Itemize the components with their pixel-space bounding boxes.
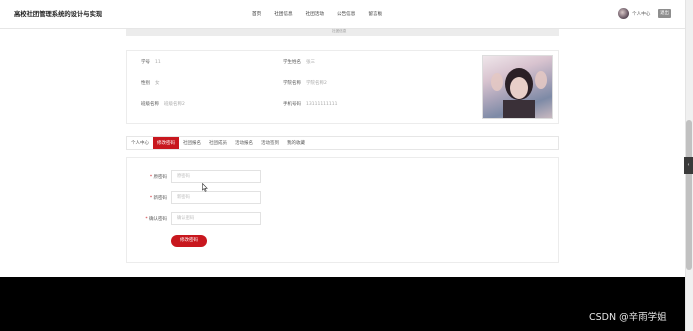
gender-row: 性别女 bbox=[141, 80, 160, 86]
banner-text: 社团信息 bbox=[332, 29, 347, 33]
gender-value: 女 bbox=[155, 81, 160, 86]
confirm-password-label: * 确认密码 bbox=[145, 217, 167, 222]
profile-photo bbox=[482, 55, 553, 119]
nav-club-activities[interactable]: 社团活动 bbox=[306, 11, 324, 17]
student-name-value: 张三 bbox=[306, 60, 315, 65]
phone-label: 手机号码 bbox=[283, 102, 301, 107]
phone-row: 手机号码 13111111111 bbox=[283, 101, 338, 107]
old-password-input[interactable] bbox=[171, 170, 261, 183]
page-footer bbox=[0, 277, 685, 331]
tab-club-registration[interactable]: 社团报名 bbox=[179, 137, 205, 149]
tab-personal-center[interactable]: 个人中心 bbox=[127, 137, 153, 149]
tab-change-password[interactable]: 修改密码 bbox=[153, 137, 179, 149]
student-name-label: 学生姓名 bbox=[283, 60, 301, 65]
logout-button[interactable]: 退出 bbox=[658, 9, 671, 18]
club-row: 班级名称 班级名称2 bbox=[141, 101, 185, 107]
old-password-label: * 原密码 bbox=[149, 175, 167, 180]
scrollbar-thumb[interactable] bbox=[686, 120, 692, 270]
confirm-password-input[interactable] bbox=[171, 212, 261, 225]
nav-announcements[interactable]: 公告信息 bbox=[337, 11, 355, 17]
main-nav: 首页 社团信息 社团活动 公告信息 留言板 bbox=[252, 11, 395, 17]
browser-viewport: 高校社团管理系统的设计与实现 首页 社团信息 社团活动 公告信息 留言板 个人中… bbox=[0, 0, 685, 331]
gender-label: 性别 bbox=[141, 81, 150, 86]
student-id-label: 学号 bbox=[141, 60, 150, 65]
tab-club-members[interactable]: 社团成员 bbox=[205, 137, 231, 149]
college-value: 学院名称2 bbox=[306, 81, 327, 86]
change-password-form: * 原密码 * 新密码 * 确认密码 修改密码 bbox=[126, 157, 559, 263]
club-value: 班级名称2 bbox=[164, 102, 185, 107]
tab-activity-checkin[interactable]: 活动签到 bbox=[257, 137, 283, 149]
user-avatar[interactable] bbox=[618, 8, 629, 19]
new-password-input[interactable] bbox=[171, 191, 261, 204]
nav-club-info[interactable]: 社团信息 bbox=[274, 11, 292, 17]
college-row: 学院名称 学院名称2 bbox=[283, 80, 327, 86]
student-info-card: 学号 11 学生姓名 张三 性别女 学院名称 学院名称2 班级名称 班级名称2 手机号码… bbox=[126, 50, 559, 124]
chevron-left-icon[interactable]: ‹ bbox=[684, 157, 693, 174]
tab-my-favorites[interactable]: 我的收藏 bbox=[283, 137, 309, 149]
nav-message-board[interactable]: 留言板 bbox=[368, 11, 382, 17]
student-id-value: 11 bbox=[155, 60, 161, 65]
nav-home[interactable]: 首页 bbox=[252, 11, 261, 17]
club-label: 班级名称 bbox=[141, 102, 159, 107]
student-id-row: 学号 11 bbox=[141, 59, 161, 65]
tab-activity-registration[interactable]: 活动报名 bbox=[231, 137, 257, 149]
new-password-label: * 新密码 bbox=[149, 196, 167, 201]
phone-value: 13111111111 bbox=[306, 102, 338, 107]
profile-photo-image bbox=[491, 68, 547, 118]
banner-strip: 社团信息 bbox=[126, 29, 559, 36]
student-name-row: 学生姓名 张三 bbox=[283, 59, 315, 65]
profile-tab-bar: 个人中心 修改密码 社团报名 社团成员 活动报名 活动签到 我的收藏 bbox=[126, 136, 559, 150]
csdn-watermark: CSDN @辛雨学姐 bbox=[589, 312, 667, 323]
college-label: 学院名称 bbox=[283, 81, 301, 86]
site-header: 高校社团管理系统的设计与实现 首页 社团信息 社团活动 公告信息 留言板 个人中… bbox=[0, 0, 685, 29]
profile-link[interactable]: 个人中心 bbox=[632, 11, 650, 17]
change-password-button[interactable]: 修改密码 bbox=[171, 235, 207, 247]
site-title: 高校社团管理系统的设计与实现 bbox=[14, 11, 103, 18]
required-mark: * bbox=[149, 196, 153, 201]
mouse-pointer-icon bbox=[202, 182, 208, 194]
required-mark: * bbox=[145, 217, 148, 222]
required-mark: * bbox=[149, 175, 153, 180]
